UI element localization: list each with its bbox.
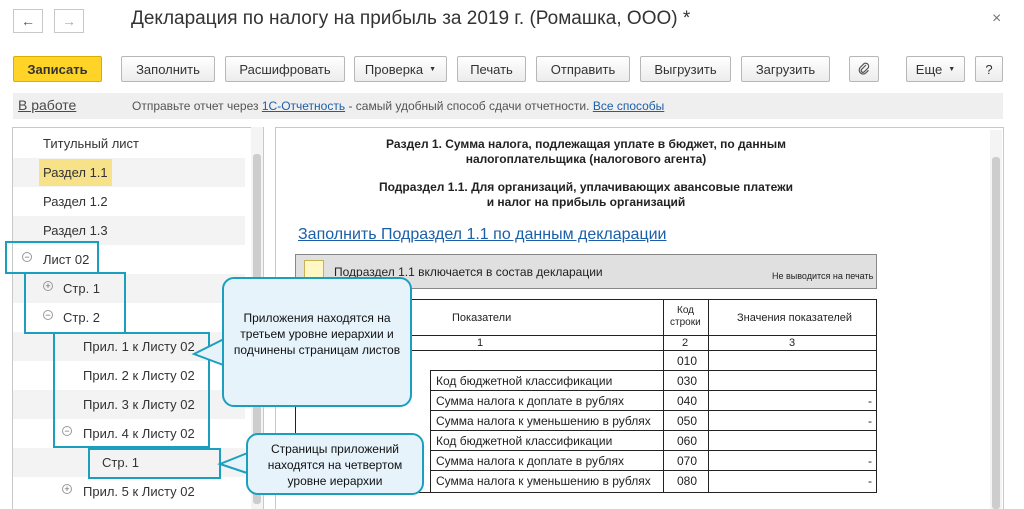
chevron-down-icon: ▼ (429, 65, 437, 73)
tree-item-title-page[interactable]: Титульный лист (13, 129, 245, 158)
col-values-header: Значения показателей (737, 312, 853, 324)
subsection-title-line-1: Подраздел 1.1. Для организаций, уплачива… (378, 180, 794, 194)
tree-item-section-1-2[interactable]: Раздел 1.2 (13, 187, 245, 216)
row-value[interactable]: - (868, 474, 872, 488)
more-button[interactable]: Еще ▼ (906, 56, 965, 82)
highlight-sheet (5, 241, 99, 274)
row-value[interactable]: - (868, 454, 872, 468)
subsection-title: Подраздел 1.1. Для организаций, уплачива… (320, 180, 852, 210)
arrow-left-icon: ← (21, 13, 35, 29)
1c-reporting-link[interactable]: 1С-Отчетность (262, 99, 345, 113)
forward-button[interactable]: → (54, 9, 84, 33)
highlight-appendices (53, 332, 210, 448)
attach-button[interactable] (849, 56, 879, 82)
col-number-1: 1 (477, 337, 484, 349)
row-code: 010 (677, 354, 698, 368)
section-title-line-1: Раздел 1. Сумма налога, подлежащая уплат… (386, 137, 786, 151)
tree-item-label: Прил. 5 к Листу 02 (83, 484, 195, 499)
row-code: 060 (677, 434, 698, 448)
row-code: 080 (677, 474, 698, 488)
fill-button[interactable]: Заполнить (121, 56, 215, 82)
col-code-header-2: строки (670, 317, 701, 328)
row-label: Код бюджетной классификации (436, 374, 613, 388)
tree-item-label: Раздел 1.3 (43, 223, 108, 238)
row-code: 030 (677, 374, 698, 388)
tree-item-label: Раздел 1.2 (43, 194, 108, 209)
section-title: Раздел 1. Сумма налога, подлежащая уплат… (320, 137, 852, 167)
scrollbar-thumb[interactable] (992, 157, 1000, 509)
row-value[interactable]: - (868, 394, 872, 408)
export-button[interactable]: Выгрузить (640, 56, 731, 82)
status-link[interactable]: В работе (18, 97, 76, 113)
row-label: Сумма налога к доплате в рублях (436, 454, 625, 468)
back-button[interactable]: ← (13, 9, 43, 33)
print-button[interactable]: Печать (457, 56, 526, 82)
tree-item-label: Титульный лист (43, 136, 140, 151)
help-button[interactable]: ? (975, 56, 1003, 82)
row-code: 040 (677, 394, 698, 408)
more-label: Еще (915, 61, 943, 77)
row-code: 070 (677, 454, 698, 468)
section-title-line-2: налогоплательщика (налогового агента) (465, 152, 707, 166)
col-number-2: 2 (682, 337, 689, 349)
row-label: Сумма налога к уменьшению в рублях (436, 414, 651, 428)
callout-appendix-pages: Страницы приложений находятся на четверт… (246, 433, 424, 495)
decode-button[interactable]: Расшифровать (225, 56, 345, 82)
window-title: Декларация по налогу на прибыль за 2019 … (131, 8, 691, 29)
subsection-title-line-2: и налог на прибыль организаций (486, 195, 686, 209)
form-scrollbar[interactable] (990, 130, 1002, 509)
highlight-appendix-page (88, 448, 221, 479)
col-indicators-header: Показатели (452, 312, 512, 324)
fill-subsection-link[interactable]: Заполнить Подраздел 1.1 по данным деклар… (298, 226, 667, 244)
row-code: 050 (677, 414, 698, 428)
col-number-3: 3 (789, 337, 796, 349)
tree-item-app-5[interactable]: + Прил. 5 к Листу 02 (13, 477, 245, 506)
row-label: Код бюджетной классификации (436, 434, 613, 448)
tree-item-section-1-1[interactable]: Раздел 1.1 (13, 158, 245, 187)
check-label: Проверка (364, 61, 424, 77)
row-value[interactable]: - (868, 414, 872, 428)
info-message: Отправьте отчет через 1С-Отчетность - са… (132, 99, 664, 113)
row-label: Сумма налога к доплате в рублях (436, 394, 625, 408)
no-print-label: Не выводится на печать (772, 271, 874, 281)
highlight-pages (24, 272, 126, 334)
info-message-suffix: - самый удобный способ сдачи отчетности. (348, 99, 590, 113)
import-button[interactable]: Загрузить (741, 56, 830, 82)
info-message-prefix: Отправьте отчет через (132, 99, 259, 113)
close-icon[interactable]: × (992, 10, 1001, 28)
all-ways-link[interactable]: Все способы (593, 99, 665, 113)
expand-icon[interactable]: + (62, 484, 72, 494)
check-button[interactable]: Проверка ▼ (354, 56, 447, 82)
send-button[interactable]: Отправить (536, 56, 630, 82)
chevron-down-icon: ▼ (948, 65, 956, 73)
save-button[interactable]: Записать (13, 56, 102, 82)
col-code-header-1: Код (677, 305, 695, 316)
row-label: Сумма налога к уменьшению в рублях (436, 474, 651, 488)
arrow-right-icon: → (62, 13, 76, 29)
callout-appendices: Приложения находятся на третьем уровне и… (222, 277, 412, 407)
tree-item-label: Раздел 1.1 (39, 159, 112, 186)
info-bar: В работе Отправьте отчет через 1С-Отчетн… (13, 93, 1003, 119)
paperclip-icon (858, 62, 870, 75)
